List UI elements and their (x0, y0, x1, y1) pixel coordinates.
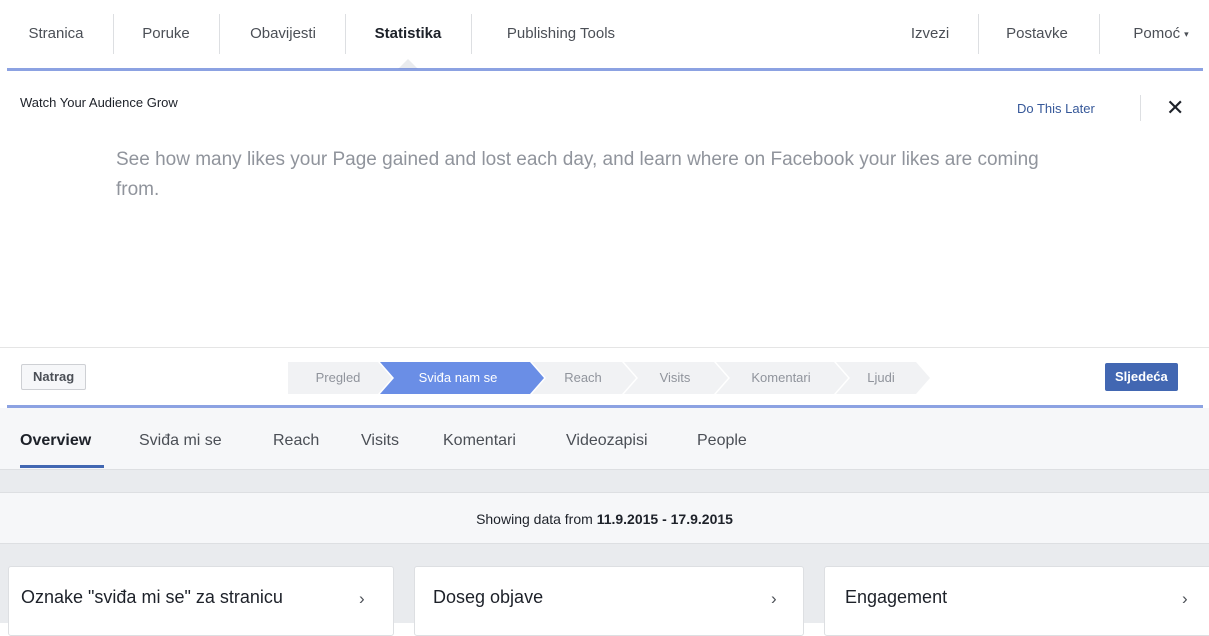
tab-reach[interactable]: Reach (273, 408, 319, 470)
nav-divider (1099, 14, 1100, 54)
tour-description: See how many likes your Page gained and … (116, 149, 1039, 200)
card-title: Doseg objave (433, 587, 544, 607)
nav-stranica[interactable]: Stranica (20, 0, 92, 68)
step-label: Sviđa nam se (418, 370, 498, 385)
step-svida-nam-se[interactable]: Sviđa nam se (380, 362, 544, 394)
step-label: Visits (659, 370, 691, 385)
tab-overview[interactable]: Overview (20, 408, 104, 470)
nav-obavijesti[interactable]: Obavijesti (241, 0, 325, 68)
card-title: Engagement (845, 587, 948, 607)
nav-poruke[interactable]: Poruke (135, 0, 197, 68)
chevron-right-icon: › (359, 589, 365, 608)
nav-publishing-tools[interactable]: Publishing Tools (493, 0, 629, 68)
nav-divider (219, 14, 220, 54)
step-label: Komentari (751, 370, 811, 385)
tour-title: Watch Your Audience Grow (20, 95, 178, 110)
section-gap (0, 470, 1209, 492)
active-tab-underline (20, 465, 104, 468)
step-label: Reach (564, 370, 602, 385)
tab-videozapisi[interactable]: Videozapisi (566, 408, 648, 470)
tab-label: Overview (20, 432, 92, 449)
step-label: Pregled (315, 370, 361, 385)
nav-divider (471, 14, 472, 54)
step-ljudi[interactable]: Ljudi (836, 362, 930, 394)
nav-divider (345, 14, 346, 54)
nav-postavke[interactable]: Postavke (998, 0, 1076, 68)
chevron-right-icon: › (1182, 589, 1188, 608)
tab-komentari[interactable]: Komentari (443, 408, 516, 470)
tour-stepper: Natrag Pregled Sviđa nam se Reach Visits… (0, 347, 1209, 408)
nav-pomoc-label: Pomoć (1133, 25, 1181, 42)
step-visits[interactable]: Visits (624, 362, 728, 394)
chevron-down-icon: ▾ (1184, 29, 1189, 39)
date-range-banner: Showing data from 11.9.2015 - 17.9.2015 (0, 492, 1209, 544)
do-this-later-link[interactable]: Do This Later (1017, 101, 1095, 116)
card-page-likes[interactable]: Oznake "sviđa mi se" za stranicu › (8, 566, 394, 636)
tour-panel: Watch Your Audience Grow Do This Later ✕… (0, 71, 1209, 347)
tab-visits[interactable]: Visits (361, 408, 399, 470)
back-button[interactable]: Natrag (21, 364, 87, 390)
nav-pomoc[interactable]: Pomoć ▾ (1125, 0, 1197, 68)
chevron-right-icon: › (771, 589, 777, 608)
tab-svida-mi-se[interactable]: Sviđa mi se (139, 408, 222, 470)
card-post-reach[interactable]: Doseg objave › (414, 566, 804, 636)
step-pregled[interactable]: Pregled (288, 362, 392, 394)
nav-izvezi[interactable]: Izvezi (905, 0, 955, 68)
tour-divider (1140, 95, 1141, 121)
step-komentari[interactable]: Komentari (716, 362, 848, 394)
tab-people[interactable]: People (697, 408, 747, 470)
insights-tabs: Overview Sviđa mi se Reach Visits Koment… (0, 408, 1209, 470)
page-top-nav: Stranica Poruke Obavijesti Statistika Pu… (0, 0, 1209, 71)
next-button[interactable]: Sljedeća (1105, 363, 1178, 391)
card-engagement[interactable]: Engagement › (824, 566, 1209, 636)
nav-statistika[interactable]: Statistika (367, 0, 449, 68)
close-icon[interactable]: ✕ (1166, 95, 1184, 121)
nav-divider (113, 14, 114, 54)
date-range-value: 11.9.2015 - 17.9.2015 (596, 511, 733, 527)
card-title: Oznake "sviđa mi se" za stranicu (21, 587, 283, 607)
nav-divider (978, 14, 979, 54)
step-reach[interactable]: Reach (532, 362, 636, 394)
date-range-prefix: Showing data from (476, 511, 597, 527)
step-label: Ljudi (867, 370, 895, 385)
